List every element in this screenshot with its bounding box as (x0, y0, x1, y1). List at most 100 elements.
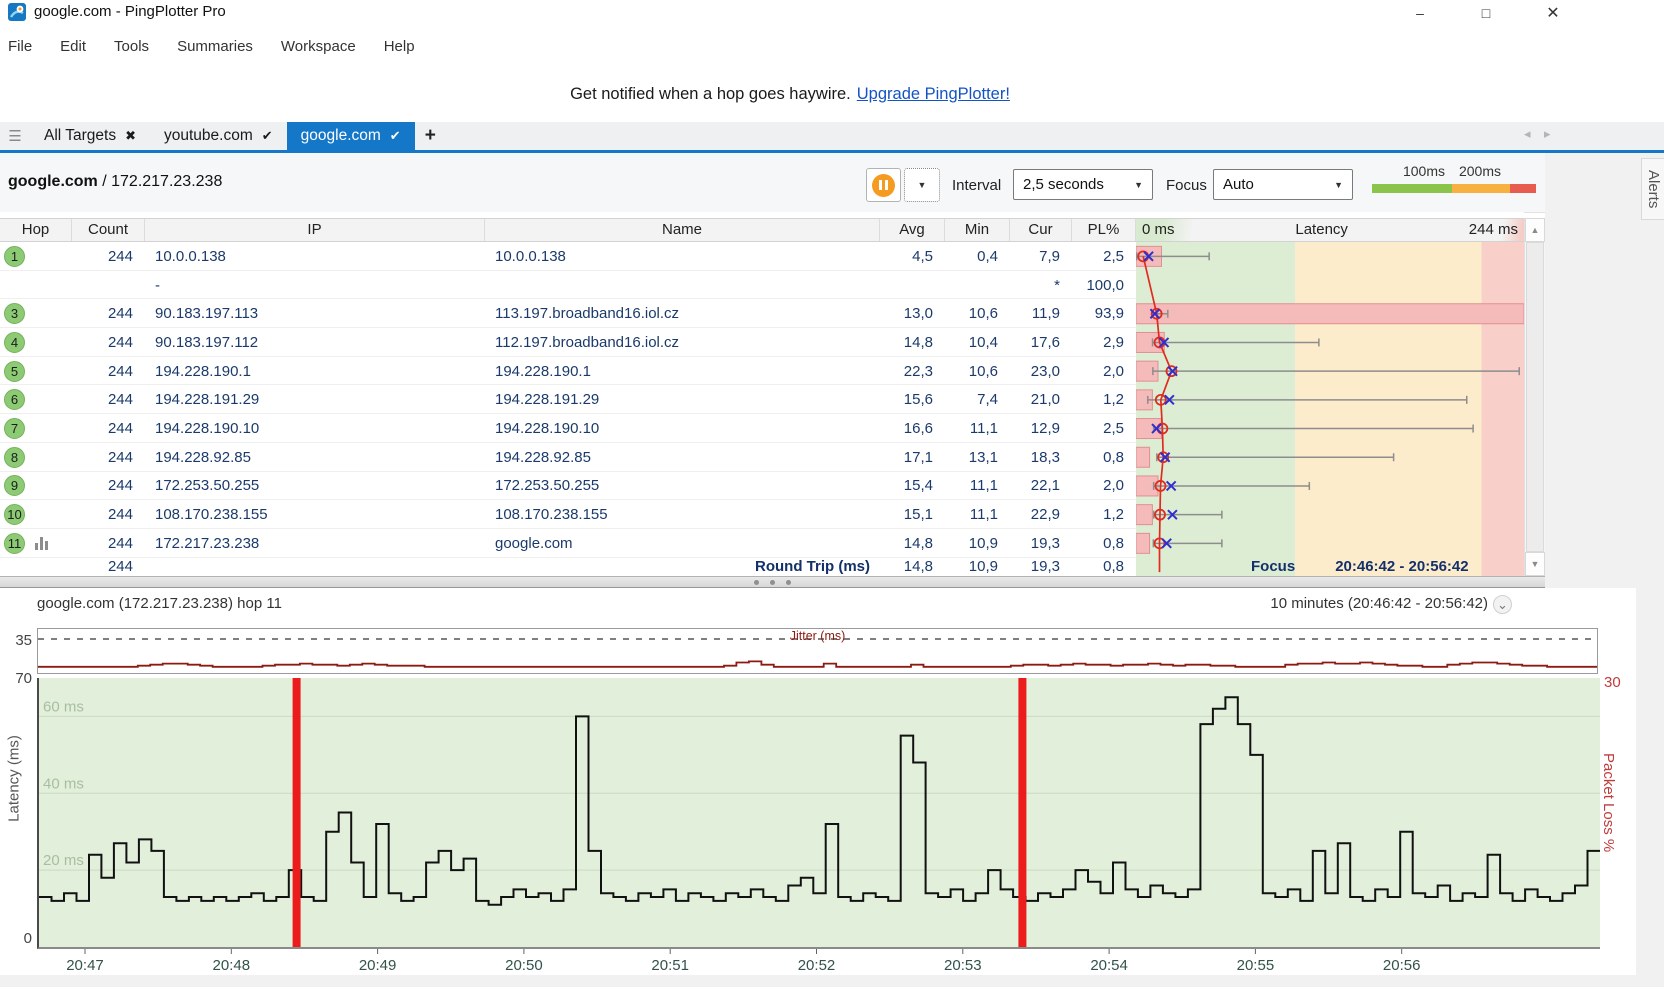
scroll-up-icon[interactable]: ▲ (1525, 218, 1545, 242)
col-header-hop[interactable]: Hop (0, 219, 72, 241)
cell-avg: 14,8 (880, 558, 945, 576)
x-tick-label: 20:49 (359, 957, 397, 974)
pause-options-button[interactable]: ▼ (904, 168, 940, 202)
cell-ip: 172.217.23.238 (145, 535, 485, 552)
cell-name: google.com (485, 535, 880, 552)
tab-google-com[interactable]: google.com ✔ (287, 122, 415, 150)
tab-all-targets[interactable]: All Targets✖ (30, 122, 150, 150)
menu-item-tools[interactable]: Tools (100, 38, 163, 55)
table-row[interactable]: 424490.183.197.112112.197.broadband16.io… (0, 328, 1524, 357)
cell-hop: 8 (0, 447, 72, 468)
cell-pl: 0,8 (1072, 558, 1136, 576)
table-row[interactable]: 7244194.228.190.10194.228.190.1016,611,1… (0, 414, 1524, 443)
alerts-side-tab[interactable]: Alerts (1641, 158, 1664, 220)
menu-item-workspace[interactable]: Workspace (267, 38, 370, 55)
table-row[interactable]: -*100,0 (0, 271, 1524, 300)
hop-badge: 5 (4, 361, 25, 382)
hamburger-icon[interactable]: ☰ (0, 122, 30, 150)
minimize-button[interactable]: – (1398, 0, 1442, 26)
cell-count: 244 (72, 391, 145, 408)
table-row[interactable]: 11244172.217.23.238google.com14,810,919,… (0, 529, 1524, 558)
tab-scroll-left-icon[interactable]: ◂ (1524, 126, 1531, 142)
cell-hop: 6 (0, 389, 72, 410)
table-row[interactable]: 324490.183.197.113113.197.broadband16.io… (0, 299, 1524, 328)
hop-badge: 11 (4, 533, 25, 554)
x-tick-label: 20:54 (1090, 957, 1128, 974)
latency-zone-cell (1136, 328, 1524, 357)
table-scrollbar[interactable]: ▲ ▼ (1524, 218, 1545, 576)
col-header-ip[interactable]: IP (145, 219, 485, 241)
cell-hop: 5 (0, 361, 72, 382)
cell-avg: 14,8 (880, 535, 945, 552)
table-row[interactable]: 5244194.228.190.1194.228.190.122,310,623… (0, 357, 1524, 386)
upgrade-link[interactable]: Upgrade PingPlotter! (857, 85, 1010, 104)
menu-bar: FileEditToolsSummariesWorkspaceHelp (0, 26, 1664, 66)
dropdown-arrow-icon: ▼ (1134, 180, 1143, 190)
close-icon[interactable]: ✖ (125, 128, 136, 144)
add-tab-button[interactable]: + (415, 122, 446, 150)
latency-time-graph[interactable]: 60 ms40 ms20 ms (37, 678, 1600, 949)
timeline-range[interactable]: 10 minutes (20:46:42 - 20:56:42) (1270, 595, 1488, 612)
menu-item-summaries[interactable]: Summaries (163, 38, 267, 55)
table-header: Hop Count IP Name Avg Min Cur PL% 0 ms L… (0, 218, 1524, 242)
cell-count: 244 (72, 535, 145, 552)
tab-scroll-right-icon[interactable]: ▸ (1544, 126, 1551, 142)
round-trip-row[interactable]: 244Round Trip (ms)14,810,919,30,8Focus20… (0, 558, 1524, 576)
pane-splitter[interactable] (0, 576, 1545, 588)
latency-zone-cell (1136, 271, 1524, 300)
timeline-range-chevron-icon[interactable]: ⌄ (1493, 595, 1512, 614)
scale-100ms-label: 100ms (1394, 163, 1454, 179)
cell-name: 194.228.191.29 (485, 391, 880, 408)
table-row[interactable]: 6244194.228.191.29194.228.191.2915,67,42… (0, 385, 1524, 414)
cell-hop: 3 (0, 303, 72, 324)
maximize-button[interactable]: □ (1464, 0, 1508, 26)
tab-youtube-com[interactable]: youtube.com✔ (150, 122, 287, 150)
col-header-pl[interactable]: PL% (1072, 219, 1136, 241)
table-row[interactable]: 124410.0.0.13810.0.0.1384,50,47,92,5 (0, 242, 1524, 271)
interval-select[interactable]: 2,5 seconds ▼ (1013, 169, 1153, 200)
menu-item-file[interactable]: File (0, 38, 46, 55)
table-row[interactable]: 8244194.228.92.85194.228.92.8517,113,118… (0, 443, 1524, 472)
jitter-label: Jitter (ms) (37, 629, 1598, 643)
scrollbar-thumb[interactable] (1526, 242, 1544, 552)
packet-loss-bar (1018, 678, 1026, 947)
target-host: google.com (8, 173, 98, 190)
check-icon: ✔ (390, 128, 401, 144)
hop-badge: 6 (4, 389, 25, 410)
cell-name: 194.228.92.85 (485, 449, 880, 466)
menu-item-edit[interactable]: Edit (46, 38, 100, 55)
focus-select[interactable]: Auto ▼ (1213, 169, 1353, 200)
latency-zone-cell (1136, 385, 1524, 414)
cell-ip: 172.253.50.255 (145, 477, 485, 494)
scroll-down-icon[interactable]: ▼ (1525, 552, 1545, 576)
cell-min: 11,1 (945, 506, 1010, 523)
table-row[interactable]: 10244108.170.238.155108.170.238.15515,11… (0, 500, 1524, 529)
cell-pl: 93,9 (1072, 305, 1136, 322)
col-header-cur[interactable]: Cur (1010, 219, 1072, 241)
col-header-min[interactable]: Min (945, 219, 1010, 241)
pause-button[interactable] (866, 168, 901, 202)
cell-count: 244 (72, 334, 145, 351)
cell-name: Round Trip (ms) (485, 558, 880, 576)
cell-count: 244 (72, 363, 145, 380)
col-header-name[interactable]: Name (485, 219, 880, 241)
cell-name: 194.228.190.10 (485, 420, 880, 437)
latency-axis-zero: 0 (0, 930, 32, 947)
col-header-latency[interactable]: 0 ms Latency 244 ms (1136, 219, 1524, 241)
cell-min: 10,6 (945, 363, 1010, 380)
col-header-count[interactable]: Count (72, 219, 145, 241)
scale-200ms-label: 200ms (1450, 163, 1510, 179)
tab-label: google.com (301, 127, 381, 145)
table-row[interactable]: 9244172.253.50.255172.253.50.25515,411,1… (0, 472, 1524, 501)
interval-label: Interval (952, 177, 1001, 194)
col-header-avg[interactable]: Avg (880, 219, 945, 241)
latency-color-scale (1372, 184, 1536, 193)
hop-badge: 1 (4, 246, 25, 267)
focus-value: Auto (1223, 176, 1254, 193)
cell-hop: 7 (0, 418, 72, 439)
hop-badge: 10 (4, 504, 25, 525)
close-button[interactable]: ✕ (1531, 0, 1575, 26)
cell-hop: 9 (0, 475, 72, 496)
menu-item-help[interactable]: Help (370, 38, 429, 55)
focus-range-value: 20:46:42 - 20:56:42 (1335, 558, 1468, 575)
